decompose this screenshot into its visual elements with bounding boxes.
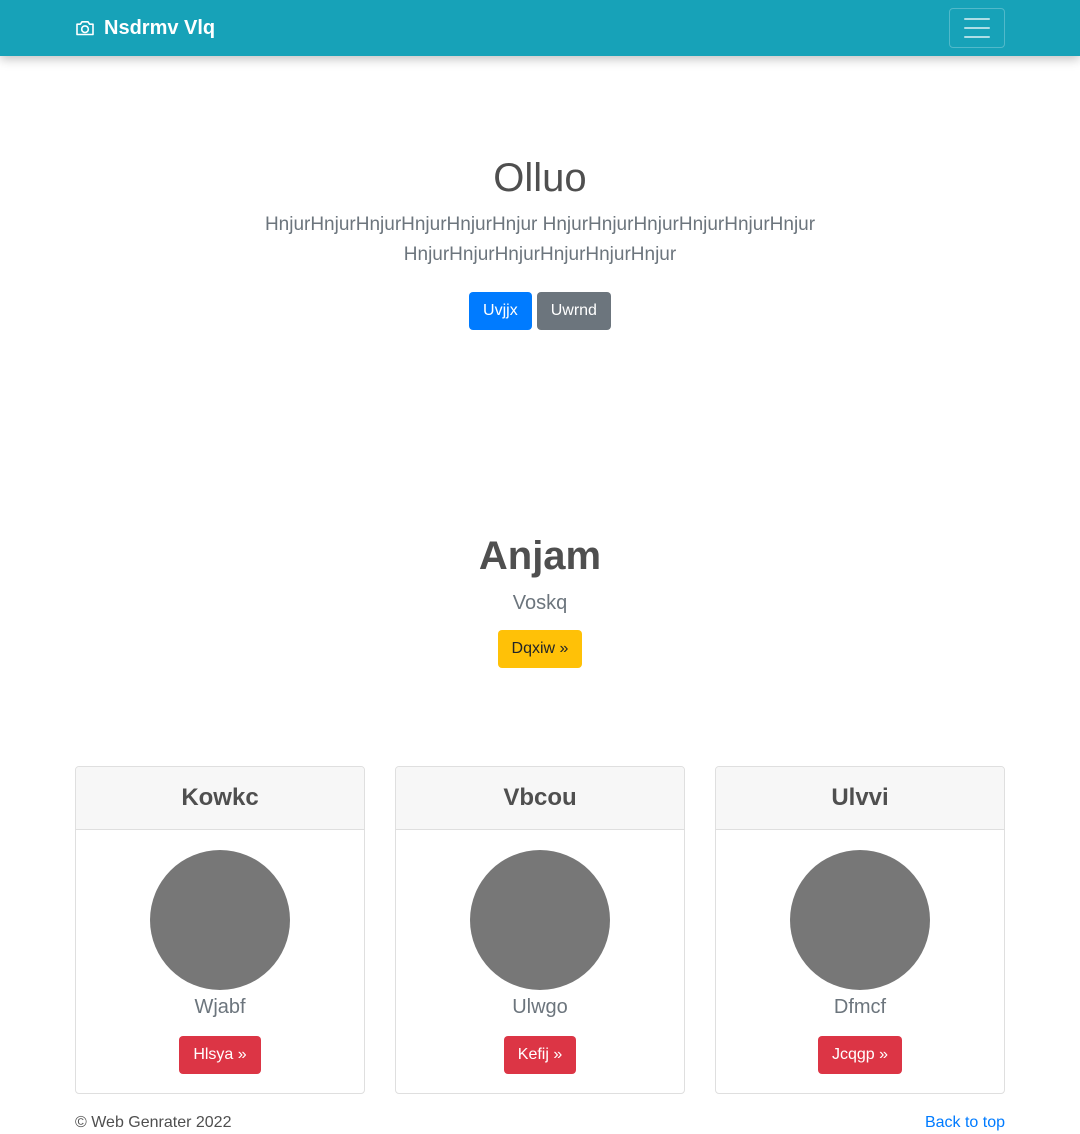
feature-title: Anjam — [478, 534, 602, 578]
hamburger-menu-icon — [964, 18, 990, 20]
avatar-image — [150, 850, 290, 990]
card-header: Vbcou — [396, 767, 684, 830]
back-to-top-link[interactable]: Back to top — [925, 1114, 1005, 1132]
card: Ulvvi Dfmcf Jcqgp » — [715, 766, 1005, 1094]
hamburger-menu-icon-bar — [964, 36, 990, 38]
hero-button-group: Uvjjx Uwrnd — [0, 292, 1080, 330]
card: Vbcou Ulwgo Kefij » — [395, 766, 685, 1094]
hero-section: Olluo HnjurHnjurHnjurHnjurHnjurHnjur Hnj… — [0, 150, 1080, 330]
footer: © Web Genrater 2022 Back to top — [75, 1112, 1005, 1134]
feature-button-wrap: Dqxiw » — [0, 630, 1080, 668]
card: Kowkc Wjabf Hlsya » — [75, 766, 365, 1094]
card-button-wrap: Jcqgp » — [817, 1036, 903, 1074]
hero-title: Olluo — [493, 156, 587, 200]
card-text: Ulwgo — [512, 996, 568, 1018]
navbar: Nsdrmv Vlq — [0, 0, 1080, 56]
hamburger-menu-icon-bar — [964, 27, 990, 29]
card-button[interactable]: Kefij » — [503, 1036, 577, 1074]
card-row: Kowkc Wjabf Hlsya » Vbcou Ulwgo Kefij » … — [75, 766, 1005, 1094]
card-header: Ulvvi — [716, 767, 1004, 830]
card-body: Ulwgo Kefij » — [396, 830, 684, 1074]
navbar-toggler-button[interactable] — [949, 8, 1005, 48]
copyright-text: © Web Genrater 2022 — [75, 1114, 232, 1131]
card-body: Wjabf Hlsya » — [76, 830, 364, 1074]
card-button[interactable]: Jcqgp » — [817, 1036, 903, 1074]
camera-icon — [75, 18, 95, 38]
card-button[interactable]: Hlsya » — [179, 1036, 261, 1074]
card-text: Dfmcf — [833, 996, 887, 1018]
feature-subtitle: Voskq — [512, 592, 568, 614]
hero-lead-text: HnjurHnjurHnjurHnjurHnjurHnjur HnjurHnju… — [264, 214, 816, 265]
card-header: Kowkc — [76, 767, 364, 830]
brand-link[interactable]: Nsdrmv Vlq — [75, 14, 215, 42]
feature-section: Anjam Voskq Dqxiw » — [0, 532, 1080, 668]
card-button-wrap: Kefij » — [503, 1036, 577, 1074]
card-body: Dfmcf Jcqgp » — [716, 830, 1004, 1074]
brand-name: Nsdrmv Vlq — [104, 16, 216, 39]
hero-primary-button[interactable]: Uvjjx — [469, 292, 532, 330]
avatar-image — [470, 850, 610, 990]
card-text: Wjabf — [194, 996, 246, 1018]
feature-button[interactable]: Dqxiw » — [497, 630, 583, 668]
hero-secondary-button[interactable]: Uwrnd — [536, 292, 611, 330]
avatar-image — [790, 850, 930, 990]
card-button-wrap: Hlsya » — [179, 1036, 261, 1074]
